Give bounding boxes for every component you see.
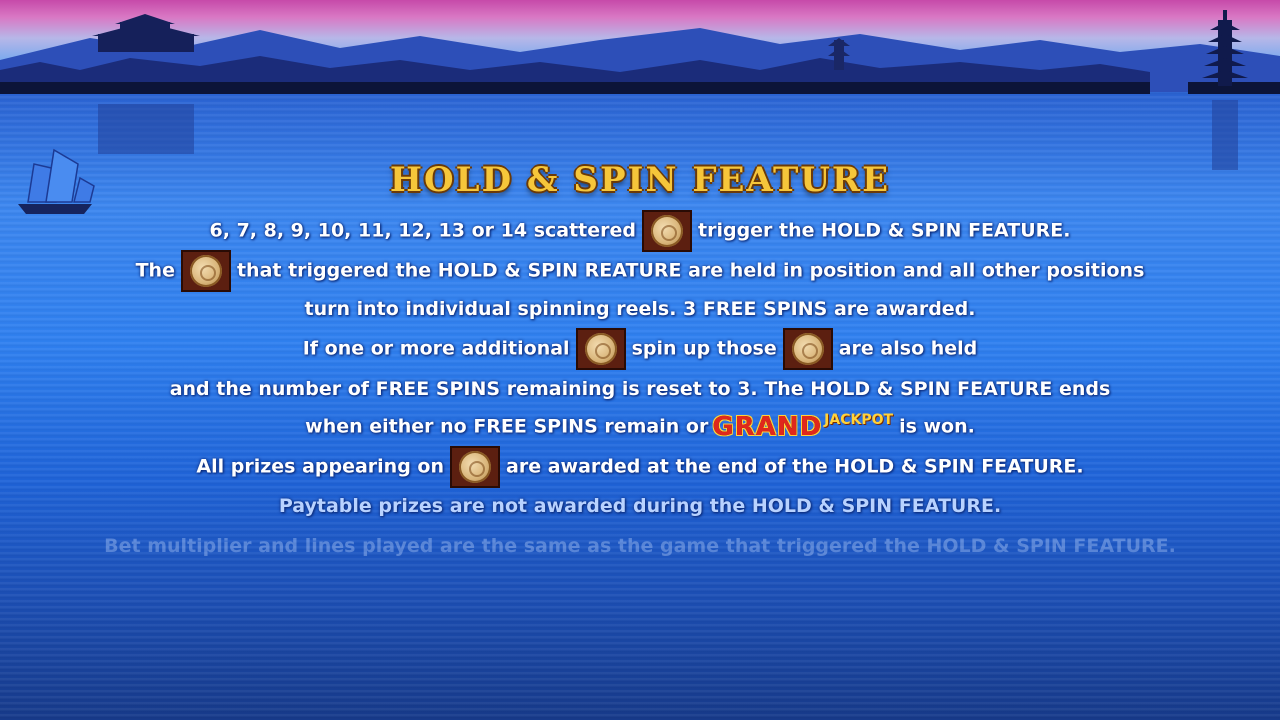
rule-text: The [135, 259, 175, 282]
grand-jackpot-logo: GRAND [712, 412, 823, 442]
rule-line-8: Paytable prizes are not awarded during t… [278, 495, 1002, 517]
rule-line-5: and the number of FREE SPINS remaining i… [169, 378, 1111, 400]
feature-title: HOLD & SPIN FEATURE [389, 160, 891, 200]
moon-coin-icon [180, 250, 231, 292]
rule-text: trigger the HOLD & SPIN FEATURE. [698, 219, 1071, 242]
landscape-silhouette [0, 10, 1280, 214]
rule-line-6: when either no FREE SPINS remain or GRAND… [0, 412, 1280, 442]
jackpot-label: JACKPOT [824, 412, 894, 428]
rule-line-1: 6, 7, 8, 9, 10, 11, 12, 13 or 14 scatter… [0, 210, 1280, 252]
rule-text: that triggered the HOLD & SPIN REATURE a… [236, 259, 1145, 282]
moon-coin-icon [575, 328, 626, 370]
rule-text: All prizes appearing on [196, 455, 445, 478]
rule-line-9: Bet multiplier and lines played are the … [104, 535, 1176, 557]
rule-text: are also held [838, 337, 978, 360]
rule-line-7: All prizes appearing on are awarded at th… [0, 446, 1280, 488]
rule-text: is won. [899, 415, 975, 438]
shore-line [0, 82, 1150, 94]
rule-text: when either no FREE SPINS remain or [305, 415, 709, 438]
moon-coin-icon [782, 328, 833, 370]
moon-coin-icon [642, 210, 692, 252]
rule-text: are awarded at the end of the HOLD & SPI… [506, 455, 1084, 478]
rule-text: spin up those [631, 337, 777, 360]
rule-line-2: The that triggered the HOLD & SPIN REATUR… [0, 250, 1280, 292]
rule-line-4: If one or more additional spin up those ar… [0, 328, 1280, 370]
temple-icon [92, 14, 200, 52]
rule-text: If one or more additional [302, 337, 570, 360]
island-shore [1188, 82, 1280, 94]
moon-coin-icon [450, 446, 501, 488]
rule-line-3: turn into individual spinning reels. 3 F… [304, 298, 976, 320]
rule-text: 6, 7, 8, 9, 10, 11, 12, 13 or 14 scatter… [209, 219, 636, 242]
